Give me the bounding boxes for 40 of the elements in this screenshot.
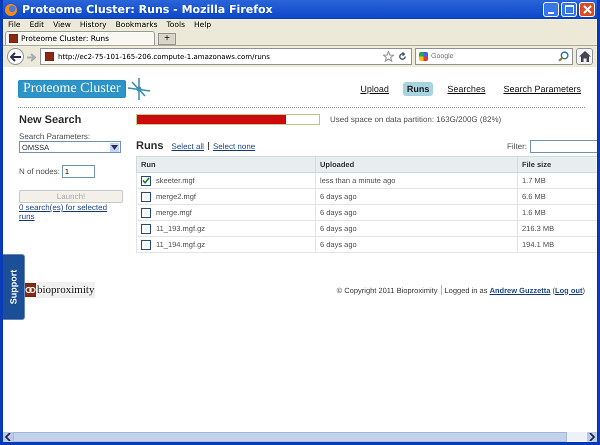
bioproximity-logo: bioproximity bbox=[25, 282, 96, 298]
row-checkbox[interactable] bbox=[141, 192, 151, 202]
field-label: N of nodes: bbox=[19, 167, 60, 176]
close-icon bbox=[582, 5, 592, 14]
firefox-icon bbox=[5, 4, 17, 16]
new-tab-button[interactable]: + bbox=[158, 33, 176, 45]
minimize-button[interactable] bbox=[543, 2, 559, 17]
select-all-link[interactable]: Select all bbox=[172, 142, 204, 150]
molecule-icon bbox=[126, 77, 152, 101]
filter-label: Filter: bbox=[507, 142, 527, 150]
row-checkbox[interactable] bbox=[141, 176, 151, 186]
site-icon bbox=[9, 34, 18, 43]
support-tab[interactable]: Support bbox=[3, 254, 25, 320]
scroll-left-button[interactable] bbox=[3, 432, 13, 442]
section-heading: Runs bbox=[136, 140, 164, 152]
nav-link[interactable]: Upload bbox=[356, 82, 393, 96]
scroll-right-button[interactable] bbox=[587, 432, 597, 442]
select-none-link[interactable]: Select none bbox=[212, 142, 256, 150]
maximize-button[interactable] bbox=[561, 2, 577, 17]
brand-icon bbox=[25, 283, 36, 297]
search-engine-icon[interactable] bbox=[419, 52, 428, 61]
star-icon[interactable] bbox=[383, 51, 394, 62]
back-button[interactable] bbox=[7, 48, 24, 65]
row-checkbox[interactable] bbox=[141, 224, 151, 234]
row-checkbox[interactable] bbox=[141, 240, 151, 250]
disk-usage-text: Used space on data partition: 163G/200G (82%) bbox=[330, 115, 502, 124]
field-label: Search Parameters: bbox=[19, 132, 92, 141]
selected-searches-link[interactable]: 0 search(es) for selected runs bbox=[19, 203, 121, 221]
reload-icon[interactable] bbox=[398, 52, 407, 61]
window-title: Proteome Cluster: Runs - Mozilla Firefox bbox=[22, 3, 274, 16]
section-heading: New Search bbox=[19, 114, 82, 126]
row-checkbox[interactable] bbox=[141, 208, 151, 218]
nav-link[interactable]: Runs bbox=[402, 82, 434, 96]
nav-link[interactable]: Search Parameters bbox=[499, 82, 585, 96]
site-icon bbox=[45, 52, 54, 61]
home-button[interactable] bbox=[576, 48, 593, 65]
nav-link[interactable]: Searches bbox=[443, 82, 490, 96]
dropdown-arrow-icon bbox=[110, 142, 119, 152]
search-icon[interactable] bbox=[558, 51, 569, 62]
close-button[interactable] bbox=[579, 2, 595, 17]
